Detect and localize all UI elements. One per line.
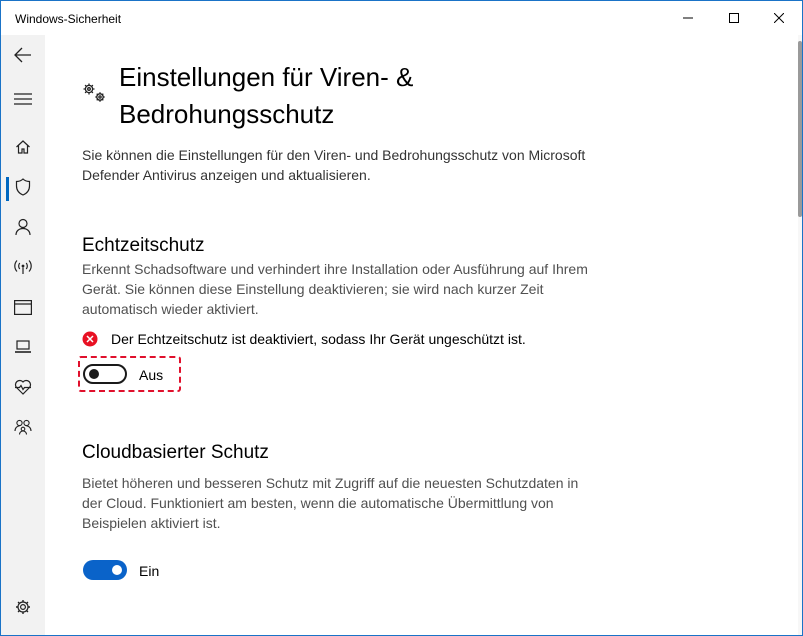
maximize-icon xyxy=(729,13,739,23)
back-arrow-icon xyxy=(14,47,31,63)
close-button[interactable] xyxy=(756,1,802,35)
sidebar-item-home[interactable] xyxy=(1,127,45,167)
person-icon xyxy=(15,218,31,236)
realtime-toggle-label: Aus xyxy=(139,367,164,383)
toggle-knob xyxy=(89,369,99,379)
menu-button[interactable] xyxy=(1,79,45,119)
cloud-description: Bietet höheren und besseren Schutz mit Z… xyxy=(82,475,579,531)
sidebar-item-family[interactable] xyxy=(1,407,45,447)
maximize-button[interactable] xyxy=(711,1,757,35)
gear-icon xyxy=(16,600,30,614)
minimize-icon xyxy=(683,17,693,19)
wireless-antenna-icon xyxy=(14,260,32,274)
scroll-thumb[interactable] xyxy=(798,41,802,217)
sidebar-item-settings[interactable] xyxy=(1,587,45,627)
page-title-line-2: Bedrohungsschutz xyxy=(119,99,335,129)
close-icon xyxy=(774,13,784,23)
shield-icon xyxy=(15,178,31,196)
app-window: Windows-Sicherheit Einstellungen für Vir… xyxy=(0,0,803,636)
realtime-description: Erkennt Schadsoftware und verhindert ihr… xyxy=(82,261,588,317)
minimize-button[interactable] xyxy=(665,1,711,35)
realtime-protection-toggle[interactable] xyxy=(83,364,127,384)
sidebar xyxy=(1,35,45,635)
laptop-icon xyxy=(15,340,31,353)
app-browser-window-icon xyxy=(14,299,32,315)
page-intro: Sie können die Einstellungen für den Vir… xyxy=(82,147,586,183)
sidebar-item-account[interactable] xyxy=(1,207,45,247)
sidebar-item-device-health[interactable] xyxy=(1,367,45,407)
cloud-section-title: Cloudbasierter Schutz xyxy=(82,442,269,463)
toggle-knob xyxy=(112,565,122,575)
sidebar-item-virus-protection[interactable] xyxy=(1,167,45,207)
error-icon xyxy=(82,331,98,347)
heart-pulse-icon xyxy=(14,379,32,395)
page-title-line-1: Einstellungen für Viren- & xyxy=(119,62,414,92)
realtime-warning: Der Echtzeitschutz ist deaktiviert, soda… xyxy=(82,329,526,349)
page-title: Einstellungen für Viren- & Bedrohungssch… xyxy=(119,59,539,133)
cloud-toggle-label: Ein xyxy=(139,563,160,579)
cloud-protection-toggle[interactable] xyxy=(83,560,127,580)
gears-icon xyxy=(83,83,105,102)
family-icon xyxy=(14,419,32,435)
window-title: Windows-Sicherheit xyxy=(15,12,122,26)
realtime-section-title: Echtzeitschutz xyxy=(82,235,205,256)
hamburger-menu-icon xyxy=(14,93,32,105)
title-bar: Windows-Sicherheit xyxy=(1,1,802,35)
vertical-scrollbar[interactable] xyxy=(798,35,802,635)
sidebar-item-device-security[interactable] xyxy=(1,327,45,367)
sidebar-item-firewall[interactable] xyxy=(1,247,45,287)
sidebar-item-app-browser[interactable] xyxy=(1,287,45,327)
home-icon xyxy=(16,140,30,154)
back-button[interactable] xyxy=(1,35,45,75)
realtime-warning-text: Der Echtzeitschutz ist deaktiviert, soda… xyxy=(111,331,526,347)
